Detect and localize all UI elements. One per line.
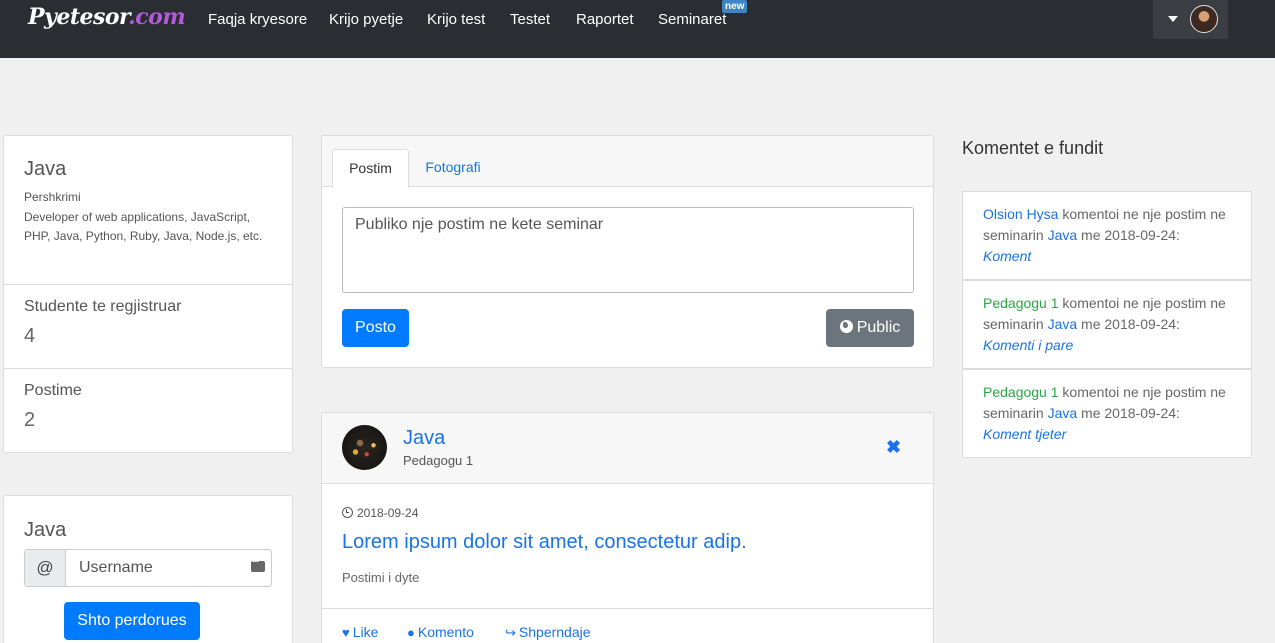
post-date: 2018-09-24 — [342, 506, 418, 520]
add-user-button[interactable]: Shto perdorues — [64, 602, 200, 640]
at-addon: @ — [25, 550, 66, 586]
comment-user-link[interactable]: Pedagogu 1 — [983, 295, 1059, 311]
seminar-description: Developer of web applications, JavaScrip… — [24, 210, 263, 243]
nav-link-tests[interactable]: Testet — [510, 11, 550, 28]
posts-count: 2 — [24, 409, 36, 431]
share-button[interactable]: ↪ Shperndaje — [505, 624, 591, 641]
post-seminar-link[interactable]: Java — [403, 427, 445, 450]
heart-icon: ♥ — [342, 625, 350, 640]
tab-photo[interactable]: Fotografi — [417, 149, 489, 188]
comment-link[interactable]: Koment — [983, 248, 1031, 264]
brand-logo[interactable]: Pyetesor.com — [28, 4, 186, 30]
posts-section: Postime 2 — [4, 369, 292, 453]
comment-seminar-link[interactable]: Java — [1048, 316, 1078, 332]
seminar-info-card: Java Pershkrimi Developer of web applica… — [3, 135, 293, 453]
globe-icon — [839, 320, 853, 333]
post-textarea[interactable] — [342, 207, 914, 293]
comment-text: Olsion Hysa komentoi ne nje postim ne se… — [983, 204, 1238, 267]
comment-text: Pedagogu 1 komentoi ne nje postim ne sem… — [983, 293, 1238, 356]
post-header: Java Pedagogu 1 ✖ — [322, 413, 933, 484]
like-label: Like — [352, 624, 379, 640]
comment-user-link[interactable]: Olsion Hysa — [983, 206, 1058, 222]
caret-down-icon — [1168, 16, 1178, 22]
clock-icon — [342, 507, 353, 518]
recent-comments-heading: Komentet e fundit — [962, 138, 1104, 158]
comment-date-text: me 2018-09-24: — [1077, 316, 1180, 332]
nav-link-reports[interactable]: Raportet — [576, 11, 634, 28]
comment-date-text: me 2018-09-24: — [1077, 405, 1180, 421]
share-label: Shperndaje — [518, 624, 591, 640]
visibility-label: Public — [856, 319, 901, 336]
top-navbar: Pyetesor.com Faqja kryesore Krijo pyetje… — [0, 0, 1275, 58]
comment-button[interactable]: ● Komento — [407, 624, 474, 640]
comment-link[interactable]: Komenti i pare — [983, 337, 1073, 353]
description-label: Pershkrimi — [24, 190, 81, 204]
comment-icon: ● — [407, 625, 415, 640]
add-user-title: Java — [24, 519, 67, 541]
add-user-card: Java @ Shto perdorues — [3, 495, 293, 643]
comment-label: Komento — [417, 624, 474, 640]
visibility-button[interactable]: Public — [826, 309, 914, 347]
post-author: Pedagogu 1 — [403, 453, 474, 468]
new-badge: new — [722, 0, 748, 13]
post-date-text: 2018-09-24 — [357, 506, 419, 520]
like-button[interactable]: ♥ Like — [342, 624, 378, 640]
seminar-description-section: Java Pershkrimi Developer of web applica… — [4, 136, 292, 285]
students-label: Studente te regjistruar — [24, 298, 182, 315]
comment-item: Pedagogu 1 komentoi ne nje postim ne sem… — [962, 280, 1252, 369]
post-composer-card: Postim Fotografi Posto Public — [321, 135, 934, 368]
nav-link-create-question[interactable]: Krijo pyetje — [329, 11, 403, 28]
post-actions: ♥ Like ● Komento ↪ Shperndaje — [322, 608, 933, 643]
user-menu-dropdown[interactable] — [1153, 0, 1228, 39]
students-section: Studente te regjistruar 4 — [4, 285, 292, 369]
comment-user-link[interactable]: Pedagogu 1 — [983, 384, 1059, 400]
comment-link[interactable]: Koment tjeter — [983, 426, 1066, 442]
post-heading[interactable]: Lorem ipsum dolor sit amet, consectetur … — [342, 531, 747, 554]
comment-item: Pedagogu 1 komentoi ne nje postim ne sem… — [962, 369, 1252, 458]
post-author-avatar — [342, 425, 387, 470]
user-avatar — [1190, 5, 1218, 33]
tab-post[interactable]: Postim — [332, 149, 409, 188]
password-manager-icon[interactable] — [251, 556, 265, 572]
nav-link-seminars[interactable]: Seminaret — [658, 11, 726, 28]
comment-date-text: me 2018-09-24: — [1077, 227, 1180, 243]
post-body: Postimi i dyte — [342, 570, 420, 585]
delete-post-icon[interactable]: ✖ — [886, 437, 901, 458]
username-input[interactable] — [67, 550, 267, 586]
post-card: Java Pedagogu 1 ✖ 2018-09-24 Lorem ipsum… — [321, 412, 934, 643]
composer-tabs: Postim Fotografi — [322, 136, 933, 188]
share-icon: ↪ — [505, 625, 516, 640]
username-input-group: @ — [24, 549, 272, 587]
seminar-title: Java — [24, 158, 67, 180]
nav-link-create-test[interactable]: Krijo test — [427, 11, 485, 28]
students-count: 4 — [24, 325, 36, 347]
comment-text: Pedagogu 1 komentoi ne nje postim ne sem… — [983, 382, 1238, 445]
comment-seminar-link[interactable]: Java — [1048, 405, 1078, 421]
nav-link-home[interactable]: Faqja kryesore — [208, 11, 307, 28]
comment-seminar-link[interactable]: Java — [1048, 227, 1078, 243]
posts-label: Postime — [24, 382, 82, 399]
post-button[interactable]: Posto — [342, 309, 409, 347]
comment-item: Olsion Hysa komentoi ne nje postim ne se… — [962, 191, 1252, 280]
